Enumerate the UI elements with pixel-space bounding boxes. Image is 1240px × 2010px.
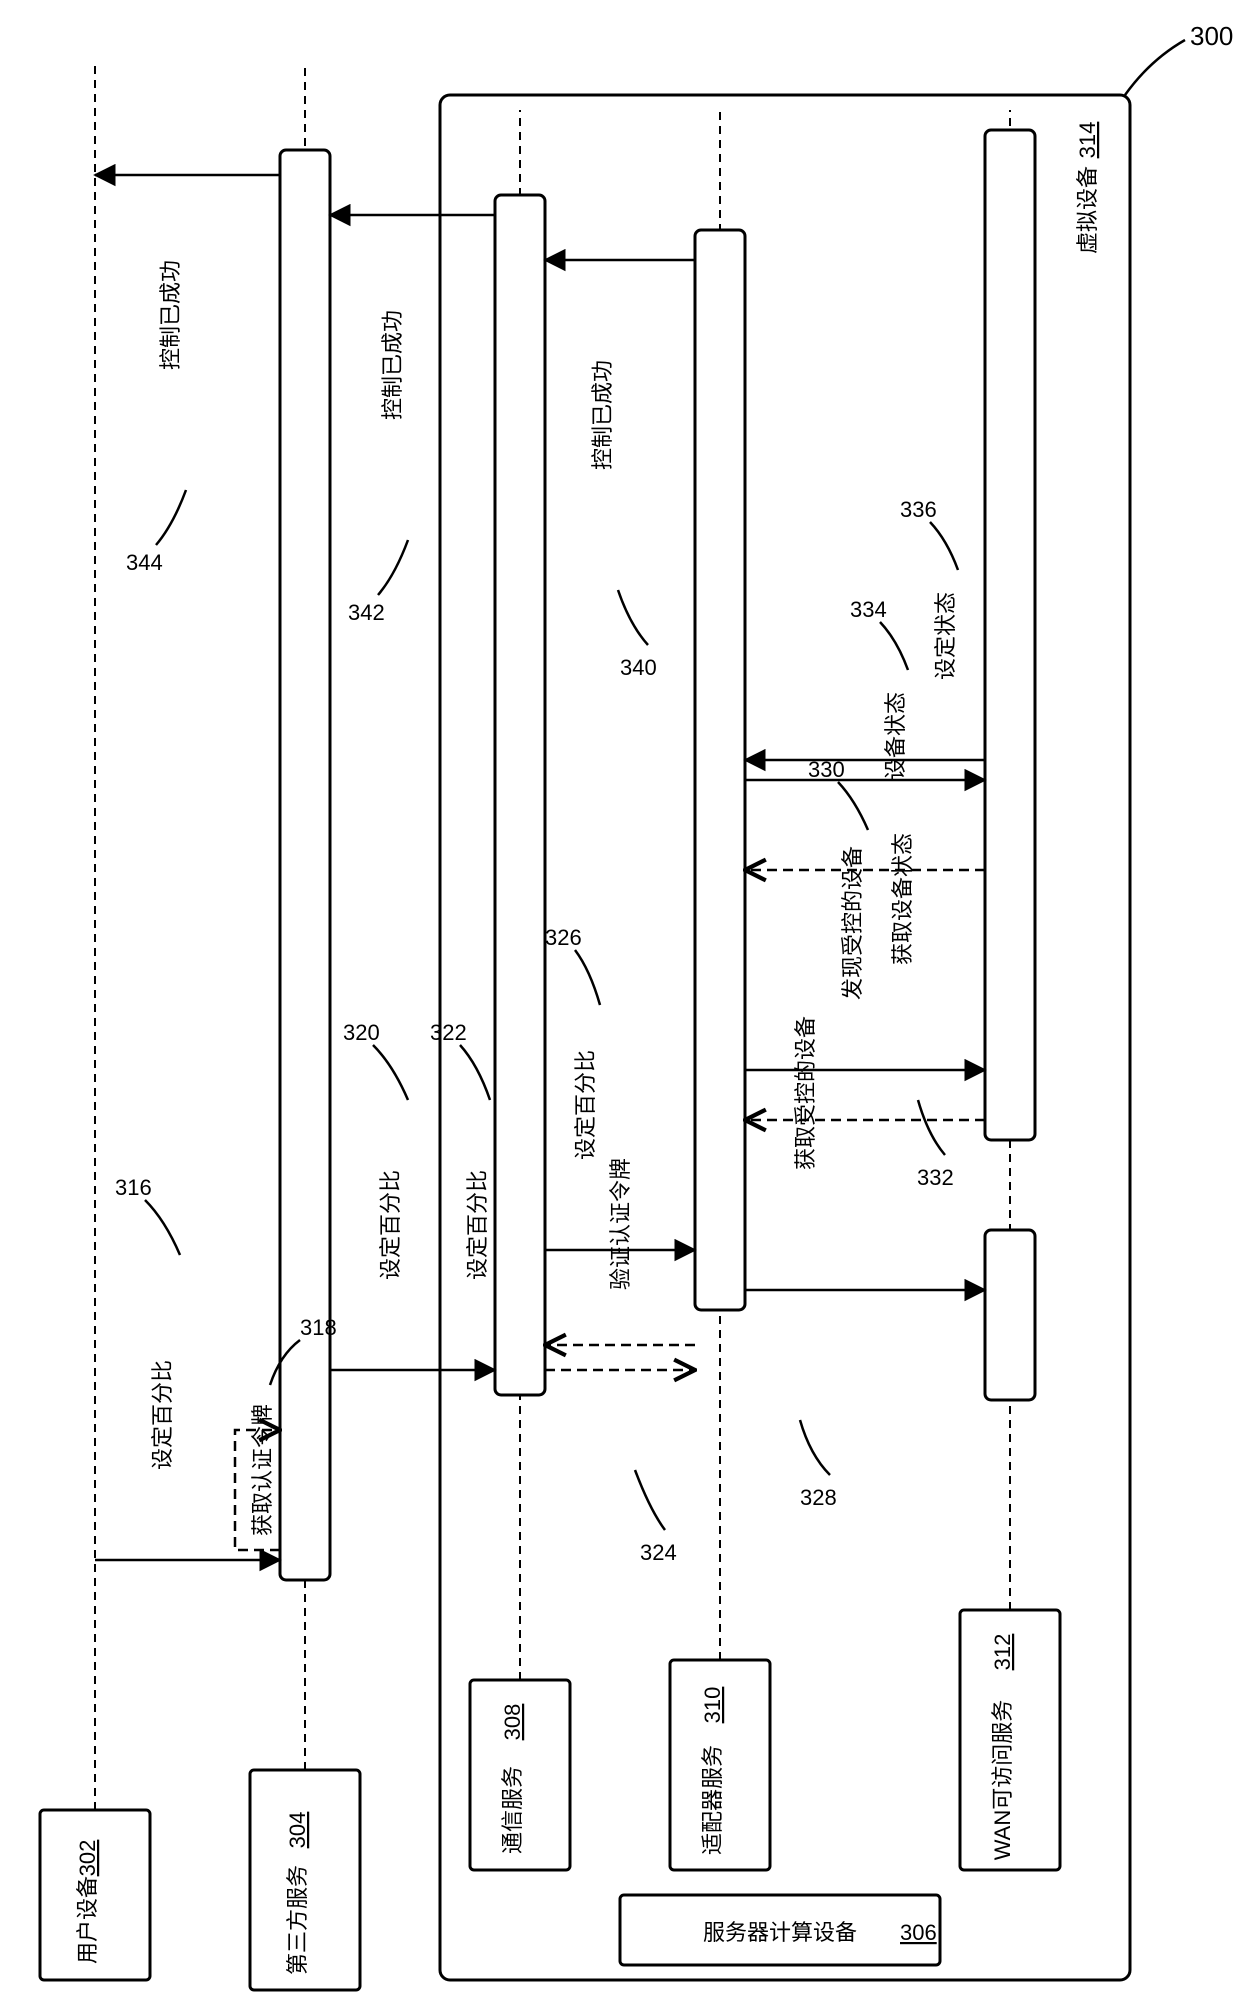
msg-336-ref: 336 (900, 497, 937, 522)
adapter-svc-label: 适配器服务 (700, 1745, 725, 1855)
msg-344: 控制已成功 344 (95, 175, 280, 575)
comm-svc-ref: 308 (500, 1704, 525, 1741)
msg-334-ref: 334 (850, 597, 887, 622)
msg-332-ref: 332 (917, 1165, 954, 1190)
msg-336-text: 设定状态 (933, 592, 958, 680)
msg-332-text: 获取设备状态 (890, 833, 915, 965)
msg-322-ref: 322 (430, 1020, 467, 1045)
server-label: 服务器计算设备 (703, 1920, 857, 1945)
activation-third-party (280, 150, 330, 1580)
msg-316-text: 设定百分比 (150, 1360, 175, 1470)
msg-340-ref: 340 (620, 655, 657, 680)
msg-316-ref: 316 (115, 1175, 152, 1200)
third-party-ref: 304 (285, 1812, 310, 1849)
figure-ref: 300 (1190, 21, 1233, 51)
msg-320-ref: 320 (343, 1020, 380, 1045)
msg-328-ref: 328 (800, 1485, 837, 1510)
activation-wan-svc-2 (985, 130, 1035, 1140)
sequence-diagram: 300 用户设备 302 第三方服务 304 服务器计算设备 306 通信服务 … (0, 0, 1240, 2010)
msg-326-text: 设定百分比 (573, 1050, 598, 1160)
msg-334-text: 设备状态 (883, 692, 908, 780)
msg-342: 控制已成功 342 (330, 215, 495, 625)
msg-324: 验证认证令牌 324 (545, 1158, 695, 1565)
msg-344-text: 控制已成功 (158, 260, 183, 370)
msg-342-text: 控制已成功 (380, 310, 405, 420)
wan-svc-ref: 312 (990, 1634, 1015, 1671)
third-party-label: 第三方服务 (285, 1865, 310, 1975)
comm-svc-label: 通信服务 (500, 1766, 525, 1854)
user-device-ref: 302 (75, 1840, 100, 1877)
msg-328-text: 获取受控的设备 (793, 1016, 818, 1170)
virtual-device-label: 虚拟设备 (1075, 166, 1100, 254)
msg-340-text: 控制已成功 (590, 360, 615, 470)
msg-320-text: 设定百分比 (378, 1170, 403, 1280)
user-device-label: 用户设备 (75, 1876, 100, 1964)
participant-user-device: 用户设备 302 (40, 65, 150, 1980)
wan-svc-label: WAN可访问服务 (990, 1700, 1015, 1861)
activation-comm-svc (495, 195, 545, 1395)
activation-wan-svc-1 (985, 1230, 1035, 1400)
virtual-device-ref: 314 (1075, 122, 1100, 159)
msg-324-text: 验证认证令牌 (608, 1158, 633, 1290)
activation-adapter-svc (695, 230, 745, 1310)
msg-324-ref: 324 (640, 1540, 677, 1565)
label-virtual-device: 虚拟设备 314 (1075, 122, 1100, 254)
msg-344-ref: 344 (126, 550, 163, 575)
adapter-svc-ref: 310 (700, 1687, 725, 1724)
msg-318-ref: 318 (300, 1315, 337, 1340)
msg-322-text: 设定百分比 (465, 1170, 490, 1280)
msg-336: 设定状态 336 (745, 497, 985, 780)
msg-326-ref: 326 (545, 925, 582, 950)
msg-318-text: 获取认证令牌 (250, 1404, 275, 1536)
figure-ref-leader (1125, 40, 1185, 95)
msg-342-ref: 342 (348, 600, 385, 625)
server-ref: 306 (900, 1920, 937, 1945)
msg-330: 发现受控的设备 330 (745, 757, 985, 1120)
msg-332: 获取设备状态 332 (745, 833, 985, 1190)
msg-340: 控制已成功 340 (545, 260, 695, 680)
msg-328: 获取受控的设备 328 (745, 1016, 985, 1510)
